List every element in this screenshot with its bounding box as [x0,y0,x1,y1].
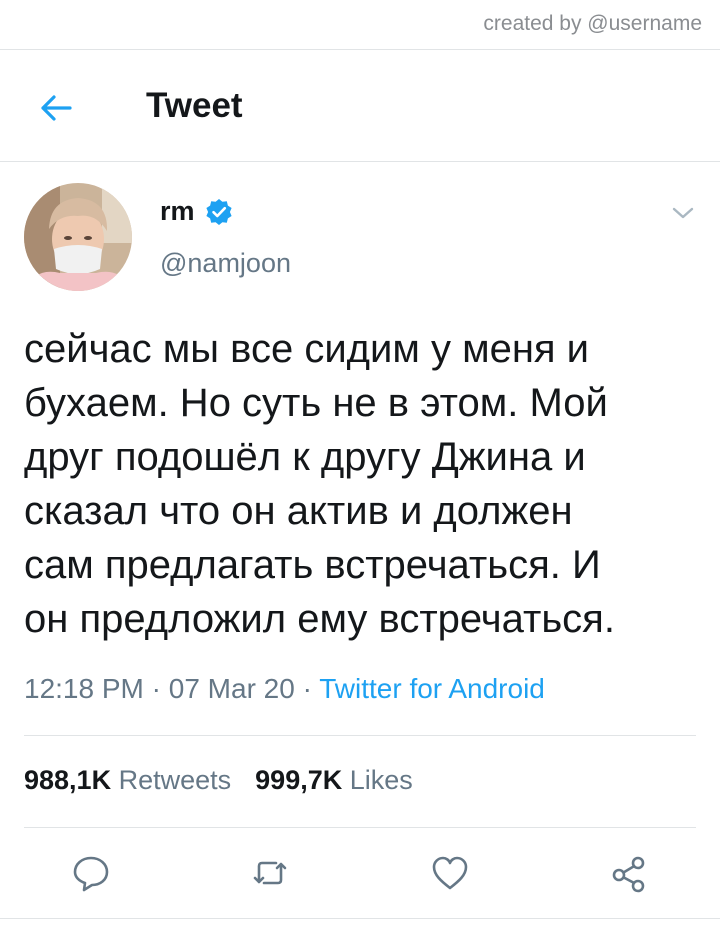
tweet-source-link[interactable]: Twitter for Android [319,673,545,704]
back-button[interactable] [32,86,80,130]
display-name[interactable]: rm [160,196,195,227]
more-options-button[interactable] [670,200,696,226]
tweet-stats: 988,1K Retweets 999,7K Likes [24,765,413,796]
likes-label: Likes [349,765,413,795]
retweets-label: Retweets [118,765,232,795]
share-icon [612,856,645,893]
page-title: Tweet [146,86,243,125]
divider [0,918,720,919]
tweet-text: сейчас мы все сидим у меня и бухаем. Но … [24,327,615,641]
tweet-meta: 12:18 PM · 07 Mar 20 · Twitter for Andro… [24,673,545,705]
arrow-left-icon [41,95,72,121]
reply-button[interactable] [68,850,114,896]
share-button[interactable] [606,850,652,896]
tweet-date: 07 Mar 20 [168,673,295,704]
credit-watermark: created by @username [483,12,702,35]
meta-separator: · [143,673,169,704]
like-button[interactable] [427,850,473,896]
likes-count: 999,7K [255,765,343,795]
divider [0,49,720,50]
retweet-icon [253,861,287,885]
tweet-time: 12:18 PM [24,673,144,704]
meta-separator: · [294,673,320,704]
user-handle[interactable]: @namjoon [160,248,291,279]
divider [0,161,720,162]
retweets-count: 988,1K [24,765,112,795]
verified-badge-icon [205,198,232,225]
reply-icon [73,856,109,892]
like-icon [432,856,468,890]
divider [24,827,696,828]
chevron-down-icon [672,207,694,219]
action-bar [0,850,720,900]
avatar[interactable] [24,183,132,291]
retweets-stat[interactable]: 988,1K Retweets [24,765,231,795]
likes-stat[interactable]: 999,7K Likes [255,765,413,795]
divider [24,735,696,736]
retweet-button[interactable] [247,850,293,896]
